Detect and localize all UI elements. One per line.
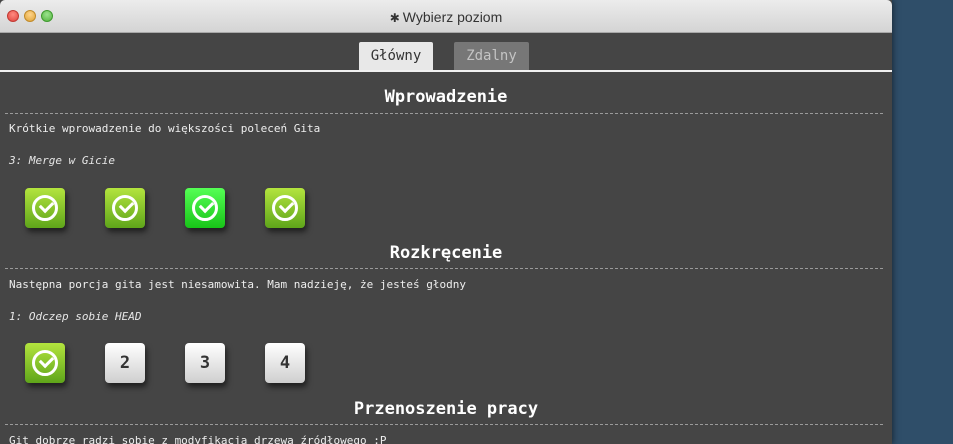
tab-main[interactable]: Główny — [359, 42, 433, 70]
level-button-3[interactable]: 3 — [185, 343, 225, 383]
level-select-window: ✱ Wybierz poziom Główny Zdalny Wprowadzen… — [0, 0, 892, 444]
level-button-4[interactable]: 4 — [265, 343, 305, 383]
level-button-1[interactable] — [25, 343, 65, 383]
title-bar: ✱ Wybierz poziom — [0, 0, 892, 33]
level-button-1[interactable] — [25, 188, 65, 228]
section-description: Następna porcja gita jest niesamowita. M… — [9, 278, 466, 291]
section-title-ramping-up: Rozkręcenie — [389, 243, 503, 263]
tab-bar: Główny Zdalny — [0, 42, 892, 70]
section-title-moving-work: Przenoszenie pracy — [353, 399, 539, 419]
section-description: Git dobrze radzi sobie z modyfikacją drz… — [9, 434, 387, 444]
level-button-3[interactable] — [185, 188, 225, 228]
level-button-2[interactable]: 2 — [105, 343, 145, 383]
section-divider — [5, 268, 883, 269]
tab-remote[interactable]: Zdalny — [454, 42, 529, 70]
checkmark-icon — [32, 350, 58, 376]
tab-underline — [0, 70, 892, 72]
window-title: ✱ Wybierz poziom — [0, 0, 892, 32]
checkmark-icon — [112, 195, 138, 221]
checkmark-icon — [32, 195, 58, 221]
section-divider — [5, 424, 883, 425]
level-button-2[interactable] — [105, 188, 145, 228]
checkmark-icon — [192, 195, 218, 221]
section-description: Krótkie wprowadzenie do większości polec… — [9, 122, 321, 135]
checkmark-icon — [272, 195, 298, 221]
section-title-introduction: Wprowadzenie — [384, 87, 508, 107]
selected-level-name: 1: Odczep sobie HEAD — [9, 310, 142, 323]
section-divider — [5, 113, 883, 114]
window-title-text: Wybierz poziom — [402, 9, 503, 25]
gear-icon: ✱ — [389, 11, 400, 25]
level-button-4[interactable] — [265, 188, 305, 228]
selected-level-name: 3: Merge w Gicie — [9, 154, 115, 167]
